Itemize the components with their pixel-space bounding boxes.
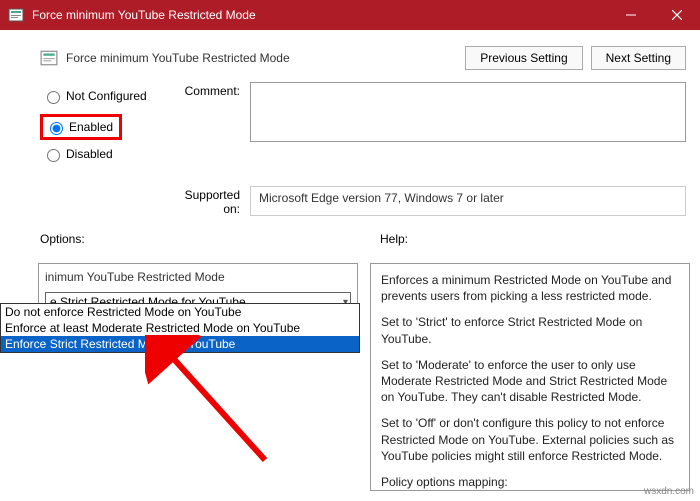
option-name: inimum YouTube Restricted Mode (45, 270, 351, 284)
window-title: Force minimum YouTube Restricted Mode (32, 8, 256, 22)
radio-enabled[interactable]: Enabled (45, 119, 113, 135)
supported-label: Supported on: (170, 186, 250, 216)
help-label: Help: (380, 232, 686, 246)
dropdown-option-moderate[interactable]: Enforce at least Moderate Restricted Mod… (1, 320, 359, 336)
help-text: Set to 'Moderate' to enforce the user to… (381, 357, 679, 406)
dropdown-option-strict[interactable]: Enforce Strict Restricted Mode for YouTu… (1, 336, 359, 352)
help-text: Set to 'Off' or don't configure this pol… (381, 415, 679, 464)
titlebar: Force minimum YouTube Restricted Mode (0, 0, 700, 30)
radio-not-configured[interactable]: Not Configured (42, 88, 170, 104)
watermark: wsxdn.com (644, 486, 694, 497)
radio-disabled[interactable]: Disabled (42, 146, 170, 162)
radio-label: Enabled (69, 120, 113, 134)
state-radio-group: Not Configured Enabled Disabled (40, 82, 170, 172)
subheader: Force minimum YouTube Restricted Mode Pr… (40, 46, 686, 70)
radio-not-configured-input[interactable] (47, 91, 60, 104)
comment-textarea[interactable] (250, 82, 686, 142)
options-label: Options: (40, 232, 340, 246)
help-text: Enforces a minimum Restricted Mode on Yo… (381, 272, 679, 304)
help-text: Policy options mapping: (381, 474, 679, 490)
page-title: Force minimum YouTube Restricted Mode (66, 51, 465, 65)
close-button[interactable] (654, 0, 700, 30)
comment-label: Comment: (170, 82, 250, 98)
highlight-box: Enabled (40, 114, 122, 140)
radio-label: Not Configured (66, 89, 147, 103)
next-setting-button[interactable]: Next Setting (591, 46, 686, 70)
annotation-arrow-icon (145, 335, 275, 465)
policy-icon (40, 49, 58, 67)
help-text: Set to 'Strict' to enforce Strict Restri… (381, 314, 679, 346)
radio-label: Disabled (66, 147, 113, 161)
dropdown-option-off[interactable]: Do not enforce Restricted Mode on YouTub… (1, 304, 359, 320)
radio-disabled-input[interactable] (47, 149, 60, 162)
minimize-button[interactable] (608, 0, 654, 30)
policy-icon (8, 7, 24, 23)
help-panel: Enforces a minimum Restricted Mode on Yo… (370, 263, 690, 491)
supported-on-text: Microsoft Edge version 77, Windows 7 or … (250, 186, 686, 216)
previous-setting-button[interactable]: Previous Setting (465, 46, 582, 70)
radio-enabled-input[interactable] (50, 122, 63, 135)
dropdown-list: Do not enforce Restricted Mode on YouTub… (0, 303, 360, 353)
